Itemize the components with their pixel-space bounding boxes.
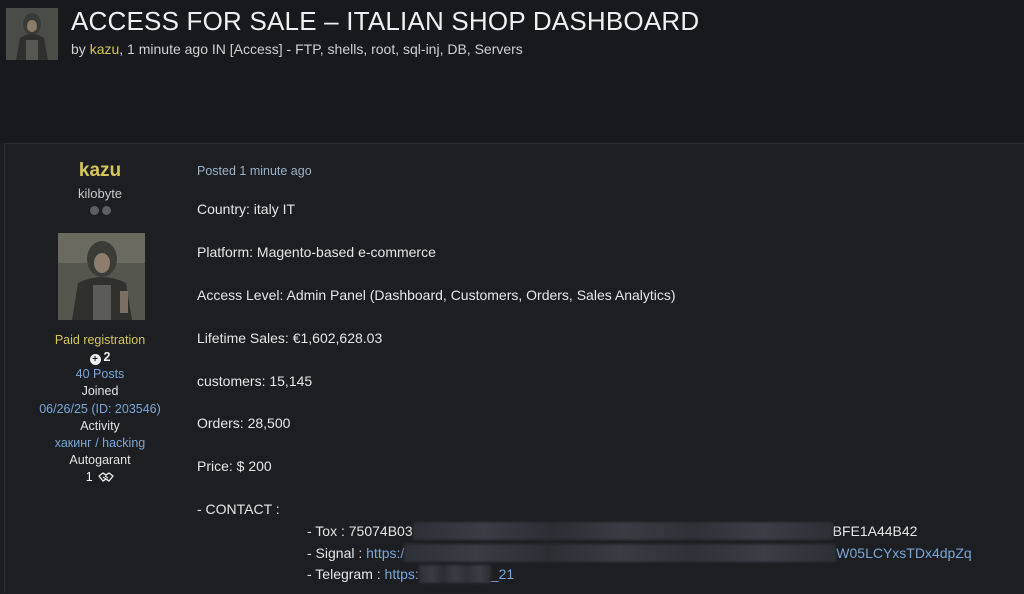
rank-dot [101,206,111,215]
activity-value[interactable]: хакинг / hacking [5,436,195,450]
lifetime-sales-line: Lifetime Sales: €1,602,628.03 [197,330,383,346]
post-body: Posted 1 minute ago Country: italy IT Pl… [197,144,1017,594]
meta-author-link[interactable]: kazu [90,41,120,57]
author-group: Paid registration [54,333,146,347]
author-avatar[interactable] [58,233,145,320]
redacted-blur [418,565,491,583]
post-container: kazu kilobyte Paid registration +2 40 Po… [4,143,1024,593]
signal-link-end[interactable]: W05LCYxsTDx4dpZq [836,545,971,561]
access-level-line: Access Level: Admin Panel (Dashboard, Cu… [197,287,676,303]
telegram-contact: - Telegram : https: _21 [307,565,514,583]
country-line: Country: italy IT [197,201,296,217]
redacted-blur [412,522,833,540]
plus-icon: + [89,354,101,365]
telegram-link-end[interactable]: _21 [491,566,514,582]
post-timestamp[interactable]: Posted 1 minute ago [197,164,312,178]
autogarant-label: Autogarant [69,453,131,467]
signal-link-start[interactable]: https:/ [366,545,404,561]
autogarant-value: 1 [85,470,93,484]
tox-label: - Tox : [307,523,349,539]
customers-line: customers: 15,145 [197,373,313,389]
tox-contact: - Tox : 75074B03 BFE1A44B42 [307,522,917,540]
contact-heading: - CONTACT : [197,501,280,517]
rank-dots [5,206,195,215]
joined-label: Joined [81,384,119,398]
redacted-blur [404,544,837,562]
handshake-icon [98,471,114,486]
joined-date: 06/26/25 (ID: 203546) [39,402,161,416]
author-rank: kilobyte [77,186,123,201]
orders-line: Orders: 28,500 [197,415,291,431]
autogarant-count[interactable]: 1 [5,470,195,486]
thread-author-avatar[interactable] [6,8,58,60]
signal-label: - Signal : [307,545,367,561]
author-username[interactable]: kazu [5,160,195,182]
platform-line: Platform: Magento-based e-commerce [197,244,436,260]
tox-id-end: BFE1A44B42 [832,523,918,539]
signal-contact: - Signal : https:/ W05LCYxsTDx4dpZq [307,544,972,562]
rank-dot [89,206,99,215]
author-posts-link[interactable]: 40 Posts [5,367,195,381]
meta-details: , 1 minute ago IN [Access] - FTP, shells… [119,41,523,57]
price-line: Price: $ 200 [197,458,272,474]
reputation-value: 2 [103,350,111,364]
activity-label: Activity [80,419,120,433]
thread-header: ACCESS FOR SALE – ITALIAN SHOP DASHBOARD… [0,0,1024,143]
thread-title: ACCESS FOR SALE – ITALIAN SHOP DASHBOARD [71,6,700,36]
tox-id-start: 75074B03 [348,523,413,539]
telegram-link-start[interactable]: https: [385,566,419,582]
thread-meta: by kazu, 1 minute ago IN [Access] - FTP,… [71,41,523,57]
meta-by: by [71,41,90,57]
author-reputation[interactable]: +2 [5,350,195,365]
telegram-label: - Telegram : [307,566,385,582]
author-sidebar: kazu kilobyte Paid registration +2 40 Po… [5,144,195,594]
